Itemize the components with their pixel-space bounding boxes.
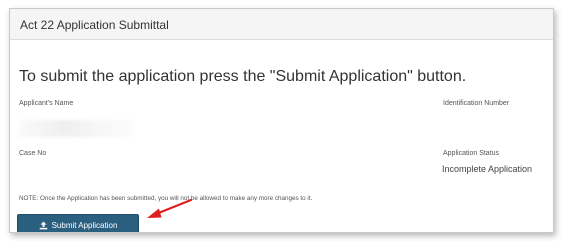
panel-header: Act 22 Application Submittal [10, 9, 553, 40]
submit-instructions: To submit the application press the "Sub… [19, 68, 467, 85]
red-arrow-icon [147, 198, 193, 218]
submit-application-label: Submit Application [51, 221, 118, 230]
application-submittal-panel: Act 22 Application Submittal To submit t… [9, 8, 554, 233]
applicant-name-label: Applicant's Name [19, 100, 74, 107]
upload-icon [39, 221, 48, 230]
application-status-value: Incomplete Application [442, 164, 533, 174]
application-status-label: Application Status [443, 150, 500, 157]
identification-number-label: Identification Number [443, 100, 510, 107]
panel-title: Act 22 Application Submittal [20, 18, 169, 32]
submit-application-button[interactable]: Submit Application [17, 214, 139, 232]
case-no-label: Case No [19, 150, 47, 157]
applicant-name-value [19, 120, 134, 137]
